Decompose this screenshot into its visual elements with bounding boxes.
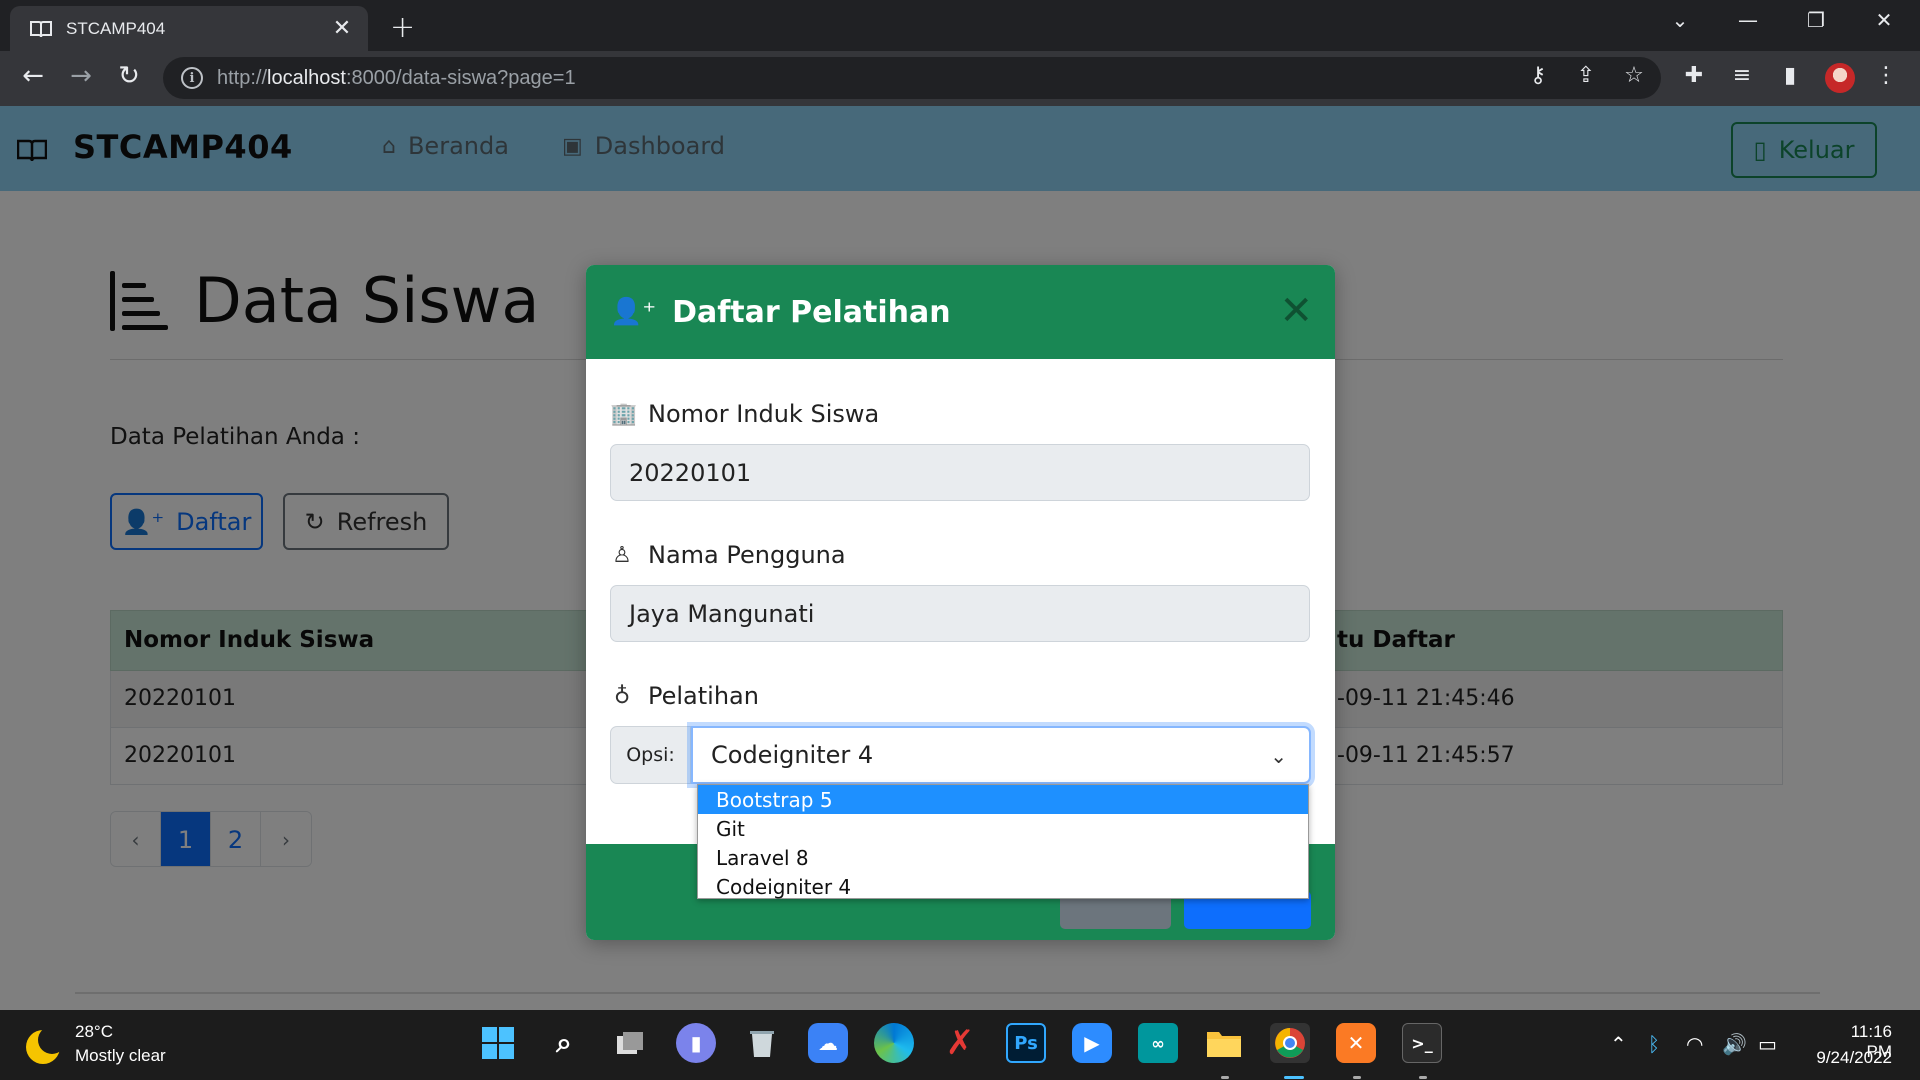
recycle-bin-icon[interactable]	[742, 1023, 782, 1063]
address-bar[interactable]: i http://localhost:8000/data-siswa?page=…	[163, 57, 1661, 99]
xampp-icon[interactable]: ✕	[1336, 1023, 1376, 1063]
url-text[interactable]: http://localhost:8000/data-siswa?page=1	[217, 67, 576, 90]
training-input-group: Opsi: Codeigniter 4 ⌄	[610, 726, 1311, 784]
moon-icon[interactable]	[26, 1026, 66, 1064]
window-close-icon[interactable]: ✕	[1864, 8, 1904, 32]
wifi-icon[interactable]: ◠	[1686, 1032, 1703, 1056]
modal-header: 👤⁺ Daftar Pelatihan ✕	[586, 265, 1335, 359]
tab-title: STCAMP404	[66, 18, 166, 38]
chrome-icon[interactable]	[1270, 1023, 1310, 1063]
dropdown-option[interactable]: Laravel 8	[698, 843, 1308, 872]
nis-label-text: Nomor Induk Siswa	[648, 400, 880, 428]
dropdown-option[interactable]: Codeigniter 4	[698, 872, 1308, 901]
person-icon: ♙	[612, 542, 632, 568]
building-icon: 🏢	[610, 401, 638, 427]
modal-close-icon[interactable]: ✕	[1279, 291, 1313, 331]
media-icon[interactable]: ≡	[1726, 63, 1758, 88]
tab-search-chevron-icon[interactable]: ⌄	[1660, 8, 1700, 32]
url-host: localhost	[267, 66, 346, 89]
battery-icon[interactable]: ▭	[1758, 1032, 1777, 1056]
search-icon[interactable]: ⌕	[544, 1023, 584, 1063]
forward-icon[interactable]: →	[63, 61, 99, 91]
share-icon[interactable]: ⇪	[1570, 63, 1602, 88]
bluetooth-icon[interactable]: ᛒ	[1648, 1032, 1660, 1056]
url-prefix: http://	[217, 66, 268, 89]
name-label-text: Nama Pengguna	[648, 541, 846, 569]
running-indicator	[1353, 1076, 1361, 1079]
side-panel-icon[interactable]: ▮	[1774, 63, 1806, 88]
modal-title: Daftar Pelatihan	[672, 294, 951, 330]
xampp-x-icon[interactable]: ✗	[940, 1023, 980, 1063]
restore-icon[interactable]: ❐	[1796, 8, 1836, 32]
browser-tab[interactable]: STCAMP404 ✕	[10, 6, 368, 51]
training-dropdown-list: Bootstrap 5 Git Laravel 8 Codeigniter 4	[697, 784, 1309, 899]
dropdown-option[interactable]: Bootstrap 5	[698, 785, 1308, 814]
book-icon	[30, 20, 52, 38]
profile-avatar[interactable]	[1825, 63, 1855, 93]
volume-icon[interactable]: 🔊	[1722, 1032, 1747, 1056]
tray-overflow-chevron-icon[interactable]: ⌃	[1610, 1032, 1627, 1056]
extensions-icon[interactable]: ✚	[1678, 63, 1710, 88]
chevron-down-icon: ⌄	[1270, 744, 1287, 768]
add-user-icon: 👤⁺	[610, 297, 657, 327]
taskbar: 28°C Mostly clear ⌕ ▮ ☁ ✗ Ps ▶ ∞ ✕ >_ ⌃ …	[0, 1010, 1920, 1080]
minimize-icon[interactable]: —	[1728, 8, 1768, 32]
site-info-icon[interactable]: i	[181, 67, 203, 89]
browser-toolbar: ← → ↻ i http://localhost:8000/data-siswa…	[0, 51, 1920, 106]
training-select[interactable]: Codeigniter 4 ⌄	[691, 726, 1311, 784]
url-path: :8000/data-siswa?page=1	[345, 66, 576, 89]
running-indicator	[1221, 1076, 1229, 1079]
key-icon[interactable]: ⚷	[1522, 63, 1554, 88]
back-icon[interactable]: ←	[15, 61, 51, 91]
task-view-icon[interactable]	[610, 1023, 650, 1063]
windows-start-icon[interactable]	[478, 1023, 518, 1063]
chat-icon[interactable]: ▮	[676, 1023, 716, 1063]
new-tab-button[interactable]: +	[390, 10, 415, 45]
name-field[interactable]: Jaya Mangunati	[610, 585, 1310, 642]
running-indicator	[1419, 1076, 1427, 1079]
weather-temperature[interactable]: 28°C	[75, 1022, 113, 1042]
clock-date[interactable]: 9/24/2022	[1800, 1048, 1892, 1068]
training-label-text: Pelatihan	[648, 682, 759, 710]
weather-description[interactable]: Mostly clear	[75, 1046, 166, 1066]
arduino-icon[interactable]: ∞	[1138, 1023, 1178, 1063]
reload-icon[interactable]: ↻	[111, 61, 147, 91]
dropdown-option[interactable]: Git	[698, 814, 1308, 843]
running-indicator	[1284, 1076, 1304, 1079]
photoshop-icon[interactable]: Ps	[1006, 1023, 1046, 1063]
training-select-value: Codeigniter 4	[711, 741, 874, 769]
option-prefix: Opsi:	[610, 726, 691, 784]
award-icon: ♁	[613, 683, 631, 709]
name-label: ♙ Nama Pengguna	[610, 541, 846, 569]
terminal-icon[interactable]: >_	[1402, 1023, 1442, 1063]
tab-close-icon[interactable]: ✕	[330, 16, 354, 41]
browser-tab-bar: STCAMP404 ✕ + ⌄ — ❐ ✕	[0, 0, 1920, 51]
file-explorer-icon[interactable]	[1204, 1023, 1244, 1063]
nis-field[interactable]: 20220101	[610, 444, 1310, 501]
zoom-icon[interactable]: ▶	[1072, 1023, 1112, 1063]
bookmark-star-icon[interactable]: ☆	[1618, 63, 1650, 88]
cloud-app-icon[interactable]: ☁	[808, 1023, 848, 1063]
menu-icon[interactable]: ⋮	[1870, 63, 1902, 88]
edge-browser-icon[interactable]	[874, 1023, 914, 1063]
training-label: ♁ Pelatihan	[610, 682, 759, 710]
nis-label: 🏢 Nomor Induk Siswa	[610, 400, 879, 428]
